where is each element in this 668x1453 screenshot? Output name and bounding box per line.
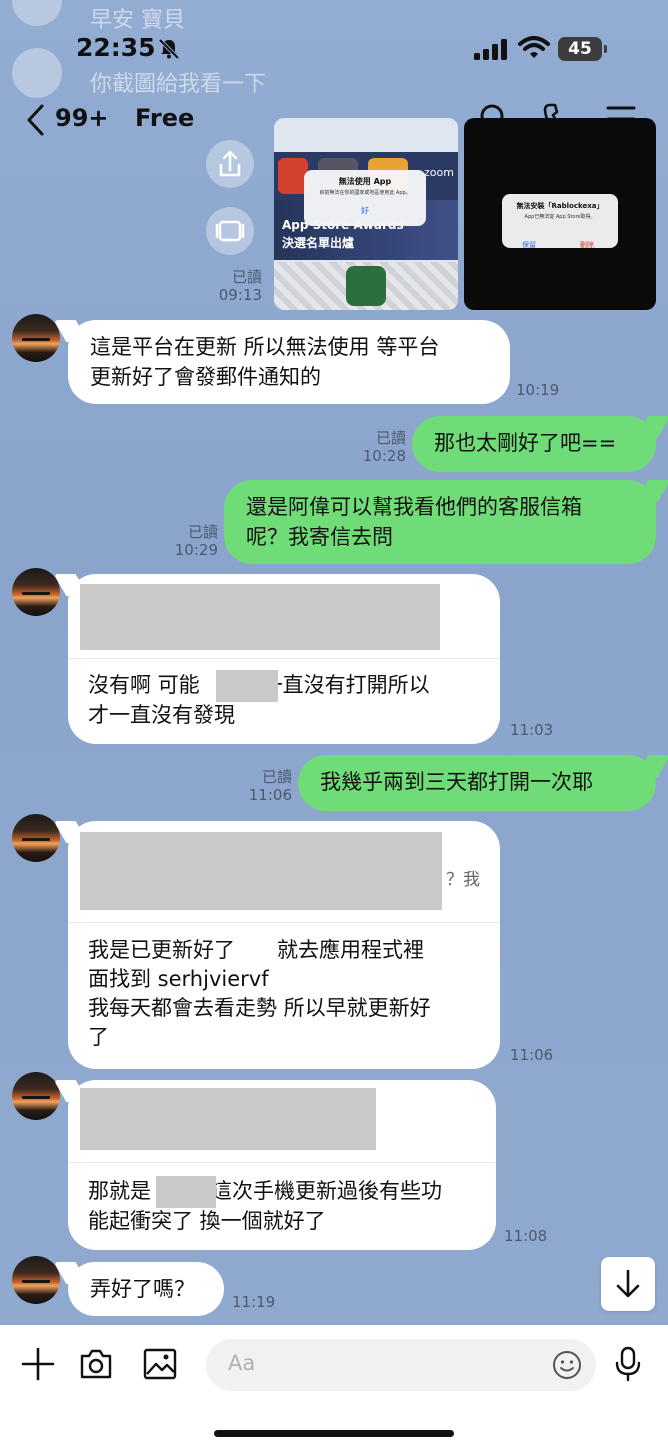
arrow-down-icon (616, 1269, 640, 1298)
ghost-avatar (12, 48, 62, 98)
contact-avatar[interactable] (12, 1256, 60, 1304)
redacted-quote (80, 832, 442, 910)
wifi-icon (518, 36, 550, 58)
read-receipt: 已讀 10:29 (174, 523, 218, 559)
microphone-icon[interactable] (610, 1346, 646, 1382)
quote-suffix: ？我 (446, 870, 480, 890)
message-text: 我是已更新好了 就去應用程式裡 面找到 serhjviervf 我每天都會去看走… (88, 938, 431, 1049)
shared-screenshot-right[interactable]: 無法安裝「Rablockexa」 App已無法從 App Store取得。 保留… (464, 118, 656, 310)
read-receipt: 已讀 11:06 (248, 768, 292, 804)
message-bubble-incoming[interactable]: 這是平台在更新 所以無法使用 等平台 更新好了會發郵件通知的 (53, 320, 510, 404)
message-text: 沒有啊 可能 一直沒有打開所以 才一直沒有發現 (88, 673, 430, 727)
image-icon[interactable] (142, 1346, 178, 1382)
message-text: 那就是 這次手機更新過後有些功 能起衝突了 換一個就好了 (88, 1179, 442, 1233)
chat-title: Free (135, 104, 195, 132)
zoom-tile-label: zoom (424, 166, 454, 179)
message-time: 10:19 (516, 381, 560, 399)
emoji-icon[interactable] (552, 1350, 582, 1380)
plus-icon[interactable] (20, 1346, 56, 1382)
redacted-word (216, 670, 278, 702)
quote-divider (68, 1162, 496, 1163)
redacted-quote (80, 584, 440, 650)
message-input[interactable] (206, 1339, 596, 1391)
message-bubble-incoming[interactable]: 弄好了嗎？ (53, 1262, 224, 1316)
share-icon (219, 150, 241, 177)
message-bubble-outgoing[interactable]: 還是阿偉可以幫我看他們的客服信箱 呢？我寄信去問 (224, 480, 668, 564)
ghost-notification: 早安 寶貝 (90, 8, 185, 33)
message-bubble-outgoing[interactable]: 我幾乎兩到三天都打開一次耶 (298, 755, 668, 811)
dialog-cannot-install: 無法安裝「Rablockexa」 App已無法從 App Store取得。 保留… (502, 194, 618, 249)
message-time: 11:19 (232, 1293, 276, 1311)
redacted-quote (80, 1088, 376, 1150)
message-time: 11:06 (510, 1046, 554, 1064)
shared-screenshot-left[interactable]: zoom App Store Awards 決選名單出爐 無法使用 App 目前… (274, 118, 458, 310)
bell-muted-icon (158, 38, 180, 60)
screenshot-lower-area (274, 262, 458, 310)
message-time: 11:03 (510, 721, 554, 739)
quote-divider (68, 922, 500, 923)
back-chevron-icon[interactable] (24, 102, 48, 138)
contact-avatar[interactable] (12, 568, 60, 616)
contact-avatar[interactable] (12, 314, 60, 362)
status-time: 22:35 (76, 33, 156, 62)
message-bubble-outgoing[interactable]: 那也太剛好了吧== (412, 416, 668, 472)
dialog-unavailable: 無法使用 App 目前無法在你的國家或地區使用此 App。 好 (304, 170, 426, 226)
camera-icon[interactable] (78, 1346, 114, 1382)
message-time: 11:08 (504, 1227, 548, 1245)
album-icon (215, 220, 245, 242)
redacted-word (156, 1176, 216, 1208)
read-receipt: 已讀 09:13 (218, 268, 262, 304)
share-button[interactable] (206, 140, 254, 188)
contact-avatar[interactable] (12, 1072, 60, 1120)
scroll-to-bottom-button[interactable] (601, 1257, 655, 1311)
save-album-button[interactable] (206, 207, 254, 255)
read-receipt: 已讀 10:28 (362, 429, 406, 465)
cellular-signal-icon (474, 39, 507, 60)
battery-indicator: 45 (558, 37, 607, 61)
unread-count[interactable]: 99+ (55, 104, 109, 132)
quote-divider (68, 658, 500, 659)
message-text-field[interactable] (228, 1351, 528, 1375)
ghost-notification: 你截圖給我看一下 (90, 72, 267, 97)
home-indicator (214, 1430, 454, 1437)
contact-avatar[interactable] (12, 814, 60, 862)
